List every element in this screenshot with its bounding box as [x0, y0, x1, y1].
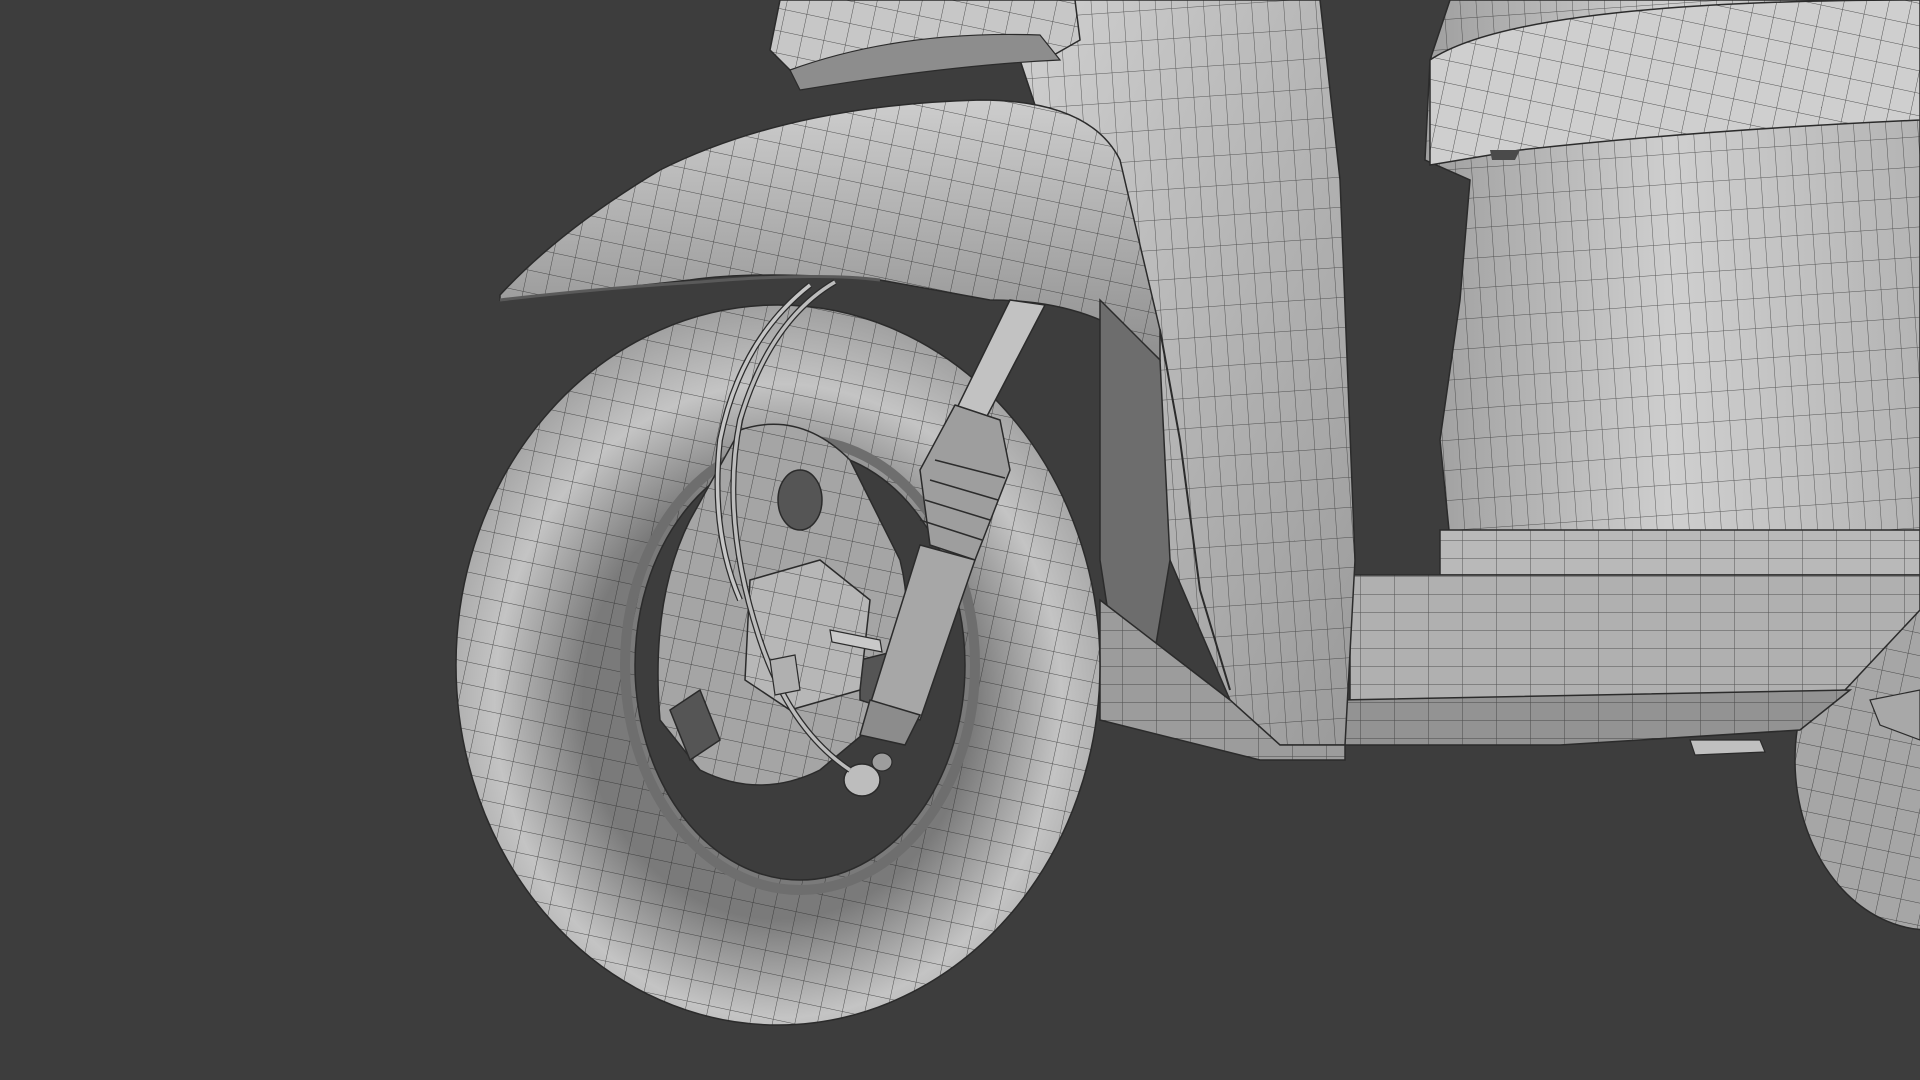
3d-viewport[interactable] — [0, 0, 1920, 1080]
seat-body[interactable] — [1424, 0, 1920, 576]
scooter-model[interactable] — [0, 0, 1920, 1080]
